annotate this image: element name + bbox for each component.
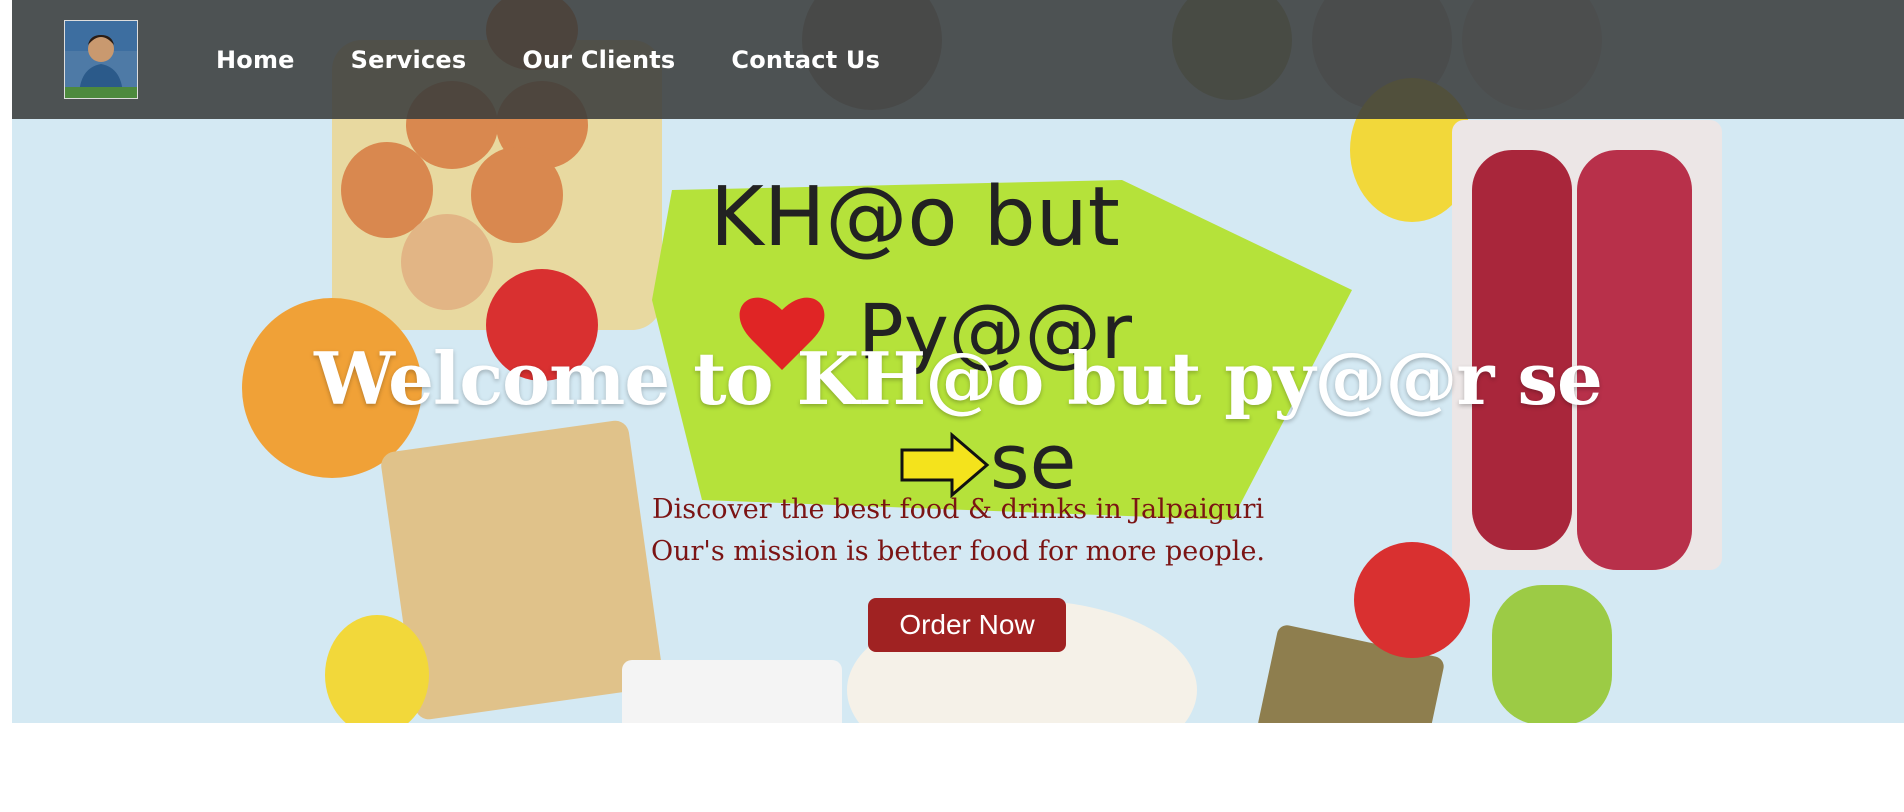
profile-avatar[interactable] [64, 20, 138, 99]
nav-link-contact-us[interactable]: Contact Us [731, 46, 880, 74]
nav-links: Home Services Our Clients Contact Us [216, 0, 880, 119]
nav-link-home[interactable]: Home [216, 46, 295, 74]
top-navbar: Home Services Our Clients Contact Us [12, 0, 1904, 119]
order-now-button[interactable]: Order Now [868, 598, 1066, 652]
logo-text-line1: KH@o but [710, 170, 1120, 265]
hero-mission: Our's mission is better food for more pe… [650, 536, 1266, 567]
avatar-image [65, 21, 137, 98]
hero-tagline: Discover the best food & drinks in Jalpa… [652, 494, 1264, 525]
nav-link-services[interactable]: Services [351, 46, 467, 74]
nav-link-our-clients[interactable]: Our Clients [522, 46, 675, 74]
hero-headline: Welcome to KH@o but py@@r se [314, 336, 1603, 421]
logo-text-line3: se [990, 417, 1076, 506]
